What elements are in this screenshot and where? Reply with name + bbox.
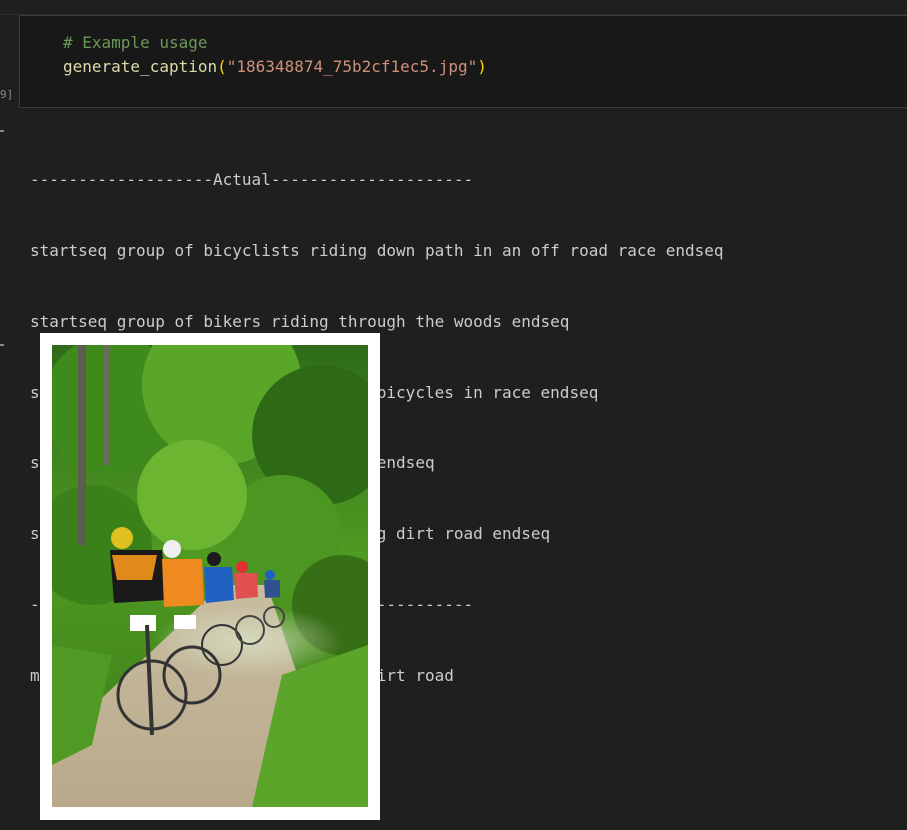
code-call-line: generate_caption("186348874_75b2cf1ec5.j… — [63, 57, 487, 77]
photo-illustration — [52, 345, 368, 807]
image-output-gutter-marker — [0, 344, 4, 346]
function-name: generate_caption — [63, 57, 218, 76]
code-cell-input[interactable]: # Example usage generate_caption("186348… — [19, 15, 907, 108]
code-comment: # Example usage — [63, 33, 208, 52]
close-paren: ) — [477, 57, 487, 76]
open-paren: ( — [217, 57, 227, 76]
actual-caption-2: startseq group of bikers riding through … — [30, 311, 570, 331]
execution-count: 9] — [0, 88, 14, 101]
output-gutter-marker — [0, 130, 4, 132]
top-toolbar-strip — [0, 0, 907, 15]
string-argument: "186348874_75b2cf1ec5.jpg" — [226, 57, 478, 76]
actual-header: -------------------Actual---------------… — [30, 170, 474, 190]
actual-caption-1: startseq group of bicyclists riding down… — [30, 240, 724, 260]
cyclists-photo — [52, 345, 368, 807]
output-image-frame — [40, 333, 380, 820]
